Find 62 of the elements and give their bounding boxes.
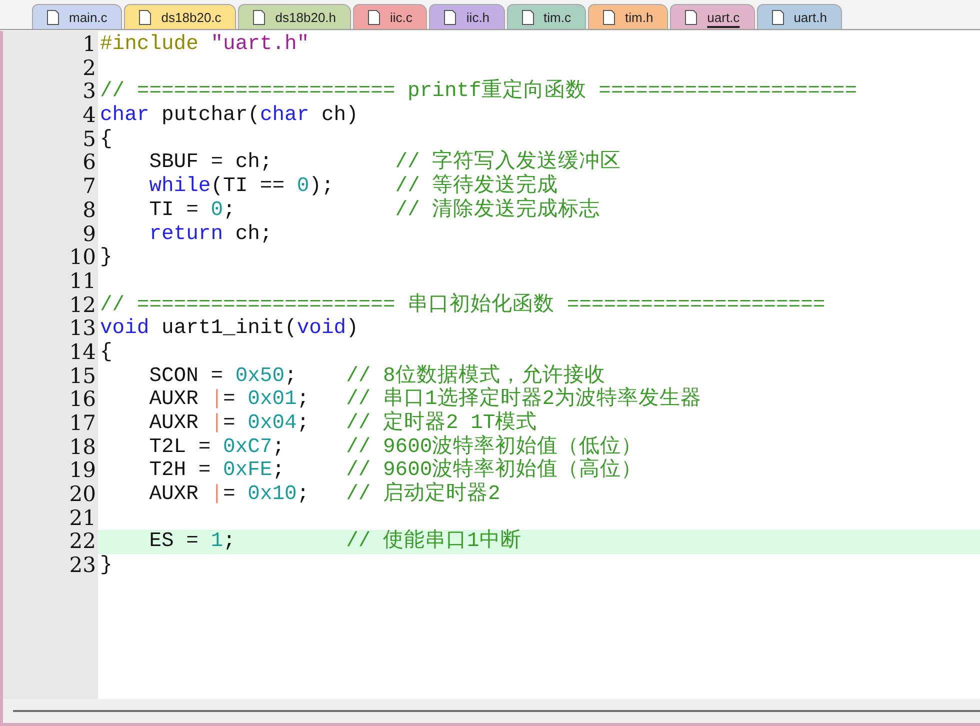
line-number: 21 <box>69 506 96 530</box>
horizontal-scrollbar[interactable] <box>3 699 980 723</box>
line-number: 5 <box>82 126 96 151</box>
code-line: #include "uart.h" <box>100 33 310 56</box>
document-icon <box>685 10 698 24</box>
line-number: 4 <box>82 103 96 128</box>
code-line: AUXR |= 0x01; // 串口1选择定时器2为波特率发生器 <box>148 388 702 412</box>
document-icon <box>253 10 266 24</box>
file-tab[interactable]: uart.h <box>756 4 842 29</box>
line-number: 14 <box>69 340 96 364</box>
file-tab[interactable]: iic.h <box>429 4 505 29</box>
code-line: AUXR |= 0x04; // 定时器2 1T模式 <box>148 412 538 435</box>
document-icon <box>772 10 784 24</box>
code-line: char putchar(char ch) <box>100 104 358 128</box>
code-line: T2H = 0xFE; // 9600波特率初始值（高位） <box>148 459 642 482</box>
code-line: void uart1_init(void) <box>100 317 358 340</box>
line-number: 1 <box>82 32 96 56</box>
line-number: 2 <box>82 56 96 80</box>
file-tab[interactable]: main.c <box>32 4 122 29</box>
line-number: 8 <box>82 198 96 222</box>
document-icon <box>368 10 380 24</box>
line-number: 13 <box>69 316 96 340</box>
line-number: 12 <box>69 292 96 317</box>
code-line: while(TI == 0); // 等待发送完成 <box>148 175 558 198</box>
line-number: 20 <box>69 482 96 506</box>
line-number: 11 <box>69 268 96 293</box>
code-line: AUXR |= 0x10; // 启动定时器2 <box>148 483 500 506</box>
document-icon <box>444 10 456 24</box>
line-number: 9 <box>82 222 96 246</box>
code-line: T2L = 0xC7; // 9600波特率初始值（低位） <box>148 436 642 459</box>
code-line: // ===================== printf重定向函数 ===================== <box>100 80 858 104</box>
file-tab[interactable]: ds18b20.h <box>238 4 352 29</box>
line-number: 3 <box>82 79 96 104</box>
file-tab[interactable]: tim.c <box>506 4 586 29</box>
line-number: 17 <box>69 411 96 435</box>
line-number: 6 <box>82 150 96 174</box>
line-number: 10 <box>69 245 96 270</box>
code-line: ES = 1; // 使能串口1中断 <box>148 530 522 554</box>
line-number: 16 <box>69 387 96 412</box>
line-number: 22 <box>69 529 96 554</box>
file-tab[interactable]: tim.h <box>588 4 668 29</box>
line-number: 19 <box>69 458 96 482</box>
line-number: 15 <box>69 364 96 388</box>
code-line: { <box>100 340 112 364</box>
document-icon <box>603 10 615 24</box>
file-tab[interactable]: ds18b20.c <box>124 4 236 29</box>
code-line: TI = 0; // 清除发送完成标志 <box>148 198 600 222</box>
file-tab[interactable]: iic.c <box>353 4 428 29</box>
line-number: 18 <box>69 434 96 459</box>
document-icon <box>47 10 59 24</box>
code-line: { <box>100 128 112 151</box>
code-line: SCON = 0x50; // 8位数据模式，允许接收 <box>148 364 606 388</box>
code-line: return ch; <box>148 222 272 246</box>
document-icon <box>139 10 152 24</box>
code-line: } <box>100 246 112 270</box>
code-line: SBUF = ch; // 字符写入发送缓冲区 <box>148 151 622 174</box>
code-line: } <box>100 554 112 578</box>
line-number: 7 <box>82 174 96 198</box>
file-tab[interactable]: uart.c <box>670 4 755 29</box>
line-number: 23 <box>69 553 96 578</box>
document-icon <box>522 10 534 24</box>
code-line: // ===================== 串口初始化函数 ===================== <box>100 294 826 317</box>
